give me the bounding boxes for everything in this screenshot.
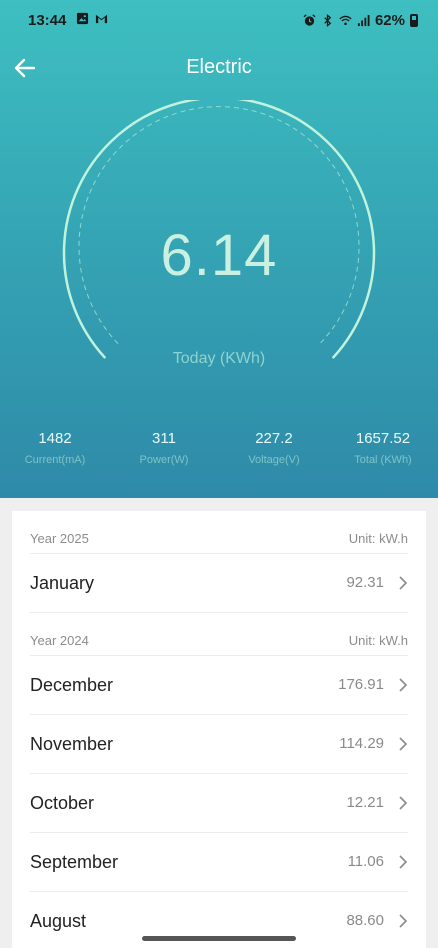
- month-row-november[interactable]: November 114.29: [30, 715, 408, 774]
- month-value: 11.06: [347, 853, 384, 870]
- month-row-october[interactable]: October 12.21: [30, 774, 408, 833]
- image-icon: [76, 12, 89, 25]
- gmail-icon: [95, 14, 108, 24]
- status-right-icons: 62%: [303, 12, 418, 29]
- month-value: 88.60: [346, 912, 384, 929]
- unit-label: Unit: kW.h: [348, 531, 408, 546]
- year-label: Year 2024: [30, 633, 89, 648]
- page-title: Electric: [186, 56, 252, 78]
- stat-power: 311 Power(W): [109, 430, 219, 466]
- month-value: 176.91: [338, 676, 384, 693]
- month-value: 92.31: [346, 574, 384, 591]
- status-bar: 13:44 62%: [0, 0, 438, 40]
- stat-value: 1482: [38, 430, 72, 447]
- month-label: December: [30, 675, 114, 695]
- chevron-right-icon: [399, 796, 408, 810]
- today-energy-value: 6.14: [160, 223, 278, 288]
- chevron-right-icon: [399, 855, 408, 869]
- monthly-history-card: Year 2025 Unit: kW.h January 92.31 Year …: [12, 511, 426, 948]
- month-label: January: [30, 573, 95, 593]
- month-value: 114.29: [339, 735, 384, 752]
- alarm-icon: [303, 14, 316, 26]
- chevron-right-icon: [399, 678, 408, 692]
- month-row-january[interactable]: January 92.31: [30, 554, 408, 613]
- year-group-header: Year 2024 Unit: kW.h: [30, 613, 408, 656]
- stat-label: Total (KWh): [354, 454, 412, 466]
- stat-label: Current(mA): [24, 454, 86, 466]
- stat-value: 227.2: [255, 430, 293, 447]
- unit-label: Unit: kW.h: [348, 633, 408, 648]
- battery-percent: 62%: [374, 12, 405, 29]
- month-value: 12.21: [346, 794, 384, 811]
- year-label: Year 2025: [30, 531, 89, 546]
- month-label: November: [30, 734, 114, 754]
- month-label: September: [30, 852, 119, 872]
- signal-icon: [357, 14, 370, 27]
- month-row-december[interactable]: December 176.91: [30, 656, 408, 715]
- stat-label: Power(W): [139, 454, 189, 466]
- status-time: 13:44: [28, 12, 67, 29]
- chevron-right-icon: [399, 914, 408, 928]
- stat-value: 1657.52: [355, 430, 411, 447]
- wifi-icon: [339, 15, 352, 26]
- stat-current: 1482 Current(mA): [0, 430, 110, 466]
- stat-value: 311: [152, 430, 176, 447]
- stat-voltage: 227.2 Voltage(V): [219, 430, 329, 466]
- electric-hero-panel: 13:44 62% Electric 6.14 Today (KWh) 1482…: [0, 0, 438, 498]
- month-row-september[interactable]: September 11.06: [30, 833, 408, 892]
- chevron-right-icon: [399, 576, 408, 590]
- stat-label: Voltage(V): [248, 454, 300, 466]
- status-left-icons: [76, 12, 108, 25]
- month-label: October: [30, 793, 95, 813]
- home-gesture-bar[interactable]: [142, 936, 296, 941]
- chevron-right-icon: [399, 737, 408, 751]
- stat-total: 1657.52 Total (KWh): [328, 430, 438, 466]
- bluetooth-icon: [324, 14, 332, 27]
- battery-icon: [410, 14, 418, 27]
- stats-row: 1482 Current(mA) 311 Power(W) 227.2 Volt…: [0, 430, 438, 480]
- month-label: August: [30, 911, 87, 931]
- today-energy-label: Today (KWh): [172, 350, 266, 367]
- year-group-header: Year 2025 Unit: kW.h: [30, 511, 408, 554]
